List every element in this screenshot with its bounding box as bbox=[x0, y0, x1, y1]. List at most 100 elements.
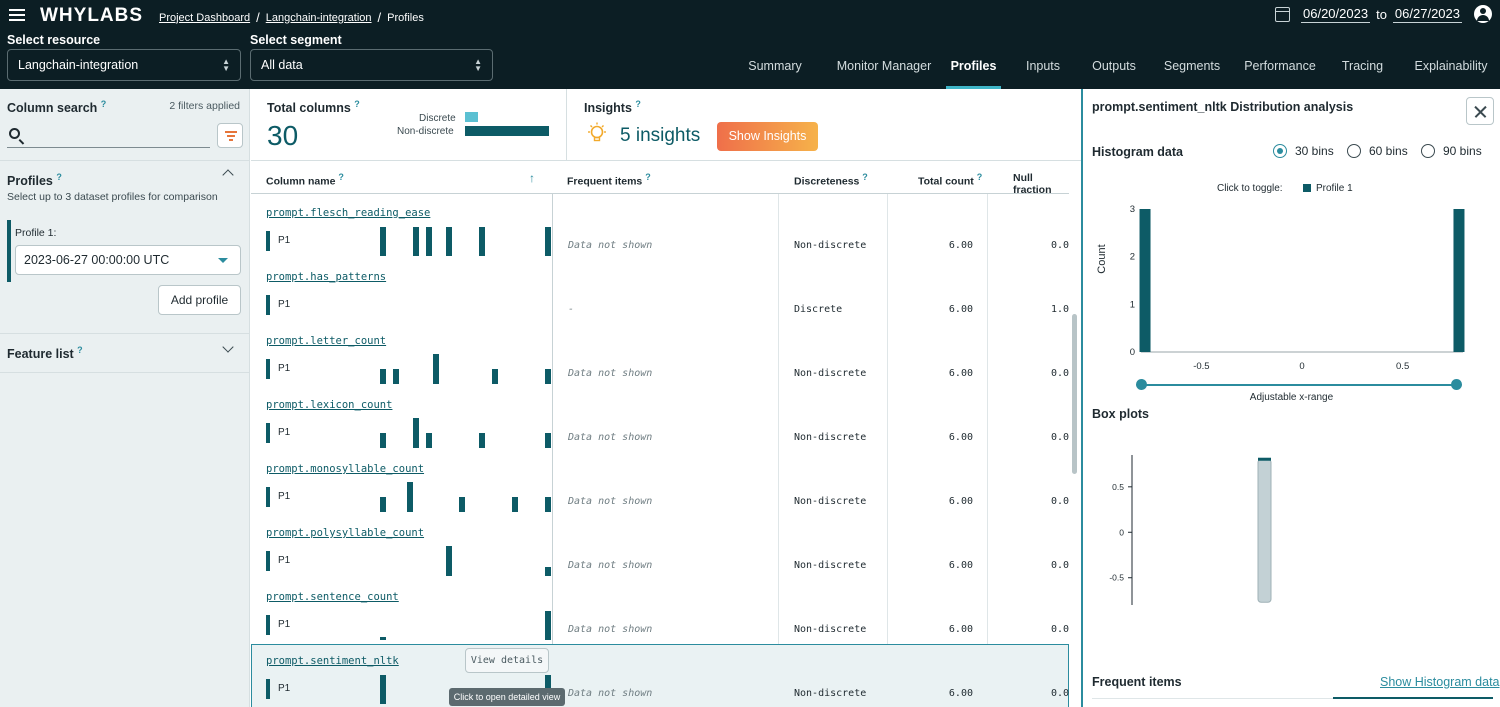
add-profile-button[interactable]: Add profile bbox=[158, 285, 241, 315]
profiles-section-title[interactable]: Profiles ? bbox=[7, 172, 62, 188]
show-insights-button[interactable]: Show Insights bbox=[717, 122, 818, 151]
table-row[interactable]: prompt.letter_count P1 Data not shown Non-d… bbox=[251, 324, 1069, 388]
profile-tag: P1 bbox=[278, 619, 291, 630]
feature-list-text: Feature list bbox=[7, 347, 74, 362]
chevron-up-icon[interactable] bbox=[222, 169, 234, 181]
active-tab-indicator bbox=[1333, 697, 1493, 699]
table-row[interactable]: prompt.sentence_count P1 Data not shown Non… bbox=[251, 580, 1069, 644]
tab-explainability[interactable]: Explainability bbox=[1406, 49, 1496, 89]
table-row[interactable]: prompt.monosyllable_count P1 Data not show… bbox=[251, 452, 1069, 516]
tab-performance[interactable]: Performance bbox=[1241, 49, 1319, 89]
profile-1-legend[interactable]: Profile 1 bbox=[1316, 183, 1353, 194]
filter-icon bbox=[225, 131, 237, 133]
segment-select[interactable]: All data ▲ ▼ bbox=[250, 49, 493, 81]
sparkline-bar bbox=[426, 227, 432, 256]
th-total-count[interactable]: Total count ? bbox=[918, 172, 982, 188]
column-name-link[interactable]: prompt.has_patterns bbox=[266, 271, 386, 283]
sparkline-bar bbox=[380, 369, 386, 384]
divider bbox=[0, 160, 249, 161]
chevron-down-icon[interactable] bbox=[222, 341, 234, 353]
radio-30-bins[interactable]: 30 bins bbox=[1273, 144, 1334, 158]
table-row[interactable]: prompt.lexicon_count P1 Data not shown Non-… bbox=[251, 388, 1069, 452]
frequent-items-cell: Data not shown bbox=[568, 560, 653, 571]
tab-outputs[interactable]: Outputs bbox=[1085, 49, 1143, 89]
column-name-link[interactable]: prompt.letter_count bbox=[266, 335, 386, 347]
range-slider-handle-right[interactable] bbox=[1451, 379, 1462, 390]
scrollbar-thumb[interactable] bbox=[1072, 314, 1077, 474]
help-icon[interactable]: ? bbox=[338, 172, 344, 182]
discreteness-cell: Non-discrete bbox=[794, 240, 867, 251]
th-frequent-items-text: Frequent items bbox=[567, 175, 643, 188]
total-columns-title: Total columns ? bbox=[267, 99, 360, 115]
user-avatar-icon[interactable] bbox=[1474, 5, 1492, 23]
breadcrumb-resource[interactable]: Langchain-integration bbox=[266, 12, 372, 24]
histogram-bar[interactable] bbox=[1139, 209, 1151, 352]
table-row[interactable]: prompt.flesch_reading_ease P1 Data not sho… bbox=[251, 196, 1069, 260]
table-row[interactable]: prompt.sentiment_nltk P1 Data not shown Non… bbox=[251, 644, 1069, 707]
box-plot-box[interactable] bbox=[1257, 459, 1272, 603]
date-to[interactable]: 06/27/2023 bbox=[1392, 5, 1462, 23]
frequent-items-title: Frequent items bbox=[1092, 675, 1182, 689]
box-plots-title: Box plots bbox=[1092, 407, 1149, 421]
profile-1-select[interactable]: 2023-06-27 00:00:00 UTC bbox=[15, 245, 241, 275]
show-histogram-link[interactable]: Show Histogram data bbox=[1380, 675, 1500, 689]
x-range-slider[interactable] bbox=[1136, 379, 1462, 390]
sparkline-bar bbox=[479, 227, 485, 256]
divider bbox=[0, 333, 249, 334]
th-null-fraction[interactable]: Null fraction bbox=[1013, 172, 1069, 196]
frequent-items-cell: Data not shown bbox=[568, 496, 653, 507]
help-icon[interactable]: ? bbox=[56, 172, 62, 182]
table-row[interactable]: prompt.has_patterns P1 - Discrete 6.00 1.0 bbox=[251, 260, 1069, 324]
sparkline-bar bbox=[426, 433, 432, 448]
feature-list-title[interactable]: Feature list ? bbox=[7, 345, 83, 361]
tab-tracing[interactable]: Tracing bbox=[1335, 49, 1390, 89]
column-name-link[interactable]: prompt.monosyllable_count bbox=[266, 463, 424, 475]
breadcrumb-separator: / bbox=[377, 10, 382, 25]
range-slider-handle-left[interactable] bbox=[1136, 379, 1147, 390]
tab-segments[interactable]: Segments bbox=[1159, 49, 1225, 89]
sort-ascending-icon[interactable]: ↑ bbox=[529, 171, 535, 185]
column-name-link[interactable]: prompt.polysyllable_count bbox=[266, 527, 424, 539]
tab-profiles[interactable]: Profiles bbox=[946, 49, 1001, 89]
tab-summary[interactable]: Summary bbox=[733, 49, 817, 89]
th-column-name[interactable]: Column name ? bbox=[266, 172, 344, 188]
th-discreteness[interactable]: Discreteness ? bbox=[794, 172, 868, 188]
radio-60-bins[interactable]: 60 bins bbox=[1347, 144, 1408, 158]
tab-monitor-manager[interactable]: Monitor Manager bbox=[834, 49, 934, 89]
column-name-link[interactable]: prompt.lexicon_count bbox=[266, 399, 392, 411]
tab-inputs[interactable]: Inputs bbox=[1017, 49, 1069, 89]
column-search-input[interactable] bbox=[7, 123, 210, 148]
resource-select[interactable]: Langchain-integration ▲ ▼ bbox=[7, 49, 241, 81]
column-name-link[interactable]: prompt.flesch_reading_ease bbox=[266, 207, 430, 219]
menu-icon[interactable] bbox=[9, 9, 25, 21]
help-icon[interactable]: ? bbox=[354, 99, 360, 109]
help-icon[interactable]: ? bbox=[635, 99, 641, 109]
radio-unselected-icon bbox=[1347, 144, 1361, 158]
histogram-bar[interactable] bbox=[1453, 209, 1465, 352]
segment-select-value: All data bbox=[261, 58, 303, 72]
date-from[interactable]: 06/20/2023 bbox=[1301, 5, 1371, 23]
profile-1-swatch[interactable] bbox=[1303, 184, 1311, 192]
filter-button[interactable] bbox=[217, 123, 243, 148]
column-name-link[interactable]: prompt.sentence_count bbox=[266, 591, 399, 603]
table-scrollbar[interactable] bbox=[1071, 194, 1077, 707]
close-icon[interactable] bbox=[1466, 97, 1494, 125]
logo[interactable]: WHYLABS bbox=[40, 5, 143, 27]
view-details-button[interactable]: View details bbox=[465, 648, 549, 673]
help-icon[interactable]: ? bbox=[101, 99, 107, 109]
th-frequent-items[interactable]: Frequent items ? bbox=[567, 172, 651, 188]
column-name-link[interactable]: prompt.sentiment_nltk bbox=[266, 655, 399, 667]
calendar-icon[interactable] bbox=[1275, 6, 1290, 22]
radio-90-bins[interactable]: 90 bins bbox=[1421, 144, 1482, 158]
sparkline-bar bbox=[380, 497, 386, 512]
help-icon[interactable]: ? bbox=[77, 345, 83, 355]
table-header: Column name ? ↑ Frequent items ? Discret… bbox=[251, 162, 1069, 196]
help-icon[interactable]: ? bbox=[645, 172, 651, 182]
table-row[interactable]: prompt.polysyllable_count P1 Data not show… bbox=[251, 516, 1069, 580]
null-fraction-cell: 0.0 bbox=[1051, 432, 1069, 443]
help-icon[interactable]: ? bbox=[977, 172, 983, 182]
null-fraction-cell: 1.0 bbox=[1051, 304, 1069, 315]
help-icon[interactable]: ? bbox=[862, 172, 868, 182]
breadcrumb-project-dashboard[interactable]: Project Dashboard bbox=[159, 12, 250, 24]
histogram-title: Histogram data bbox=[1092, 145, 1183, 159]
